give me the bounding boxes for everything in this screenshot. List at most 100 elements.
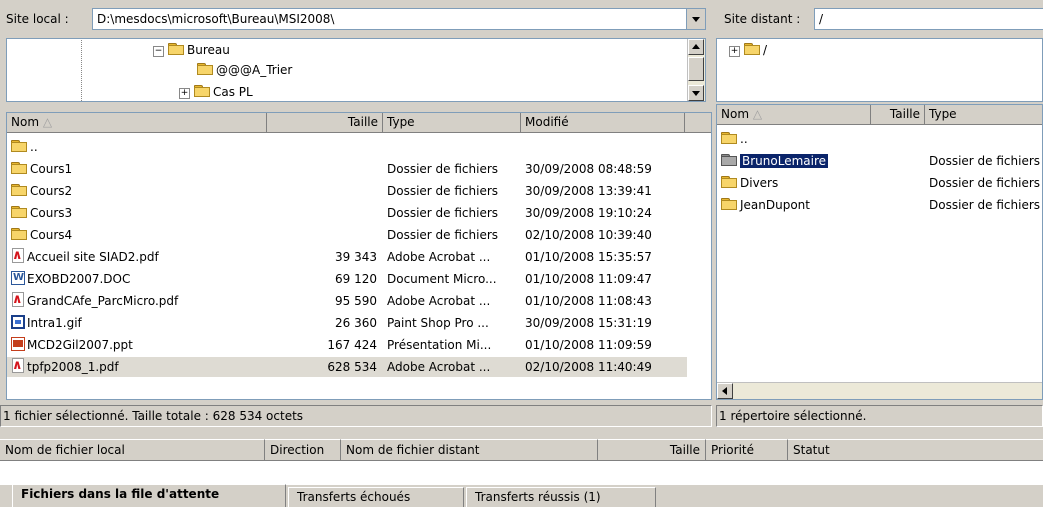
file-type: Document Micro... <box>387 272 497 286</box>
file-type: Dossier de fichiers <box>929 154 1041 168</box>
tree-node-a-trier[interactable]: @@@A_Trier <box>197 61 292 79</box>
folder-icon <box>721 176 737 188</box>
file-name: Divers <box>740 176 779 190</box>
queue-col-status[interactable]: Statut <box>788 439 1043 461</box>
file-name: JeanDupont <box>740 198 810 212</box>
file-type: Paint Shop Pro ... <box>387 316 489 330</box>
file-modified: 02/10/2008 10:39:40 <box>525 228 652 242</box>
column-header-modified[interactable]: Modifié <box>521 113 685 133</box>
tab-successful-transfers[interactable]: Transferts réussis (1) <box>466 487 656 507</box>
word-doc-icon <box>11 270 25 286</box>
tree-node-label: @@@A_Trier <box>216 63 293 77</box>
tree-node-cas-pl[interactable]: + Cas PL <box>179 83 253 101</box>
table-row[interactable]: EXOBD2007.DOC 69 120 Document Micro... 01/1… <box>7 269 687 289</box>
file-type: Dossier de fichiers <box>929 198 1041 212</box>
column-header-type[interactable]: Type <box>383 113 521 133</box>
pdf-icon <box>11 248 25 264</box>
table-row[interactable]: Accueil site SIAD2.pdf 39 343 Adobe Acroba… <box>7 247 687 267</box>
tree-node-label: Cas PL <box>213 85 253 99</box>
folder-icon <box>721 198 737 210</box>
table-row[interactable]: GrandCAfe_ParcMicro.pdf 95 590 Adobe Acrob… <box>7 291 687 311</box>
queue-col-priority[interactable]: Priorité <box>706 439 788 461</box>
local-path-value[interactable]: D:\mesdocs\microsoft\Bureau\MSI2008\ <box>97 12 334 26</box>
remote-file-list: Nom △ Taille Type .. BrunoLemaire Dossier … <box>716 104 1043 400</box>
file-type: Adobe Acrobat ... <box>387 294 491 308</box>
table-row[interactable]: BrunoLemaire Dossier de fichiers <box>717 151 1042 171</box>
file-size: 628 534 <box>327 360 377 374</box>
table-row[interactable]: Cours4 Dossier de fichiers 02/10/2008 10:3… <box>7 225 687 245</box>
file-name: tpfp2008_1.pdf <box>27 360 119 374</box>
file-type: Dossier de fichiers <box>387 184 499 198</box>
file-type: Dossier de fichiers <box>929 176 1041 190</box>
local-path-bar: Site local : D:\mesdocs\microsoft\Bureau… <box>0 0 712 38</box>
queue-col-direction[interactable]: Direction <box>265 439 341 461</box>
table-row[interactable]: Cours1 Dossier de fichiers 30/09/2008 08:4… <box>7 159 687 179</box>
folder-icon <box>721 132 737 144</box>
file-modified: 30/09/2008 08:48:59 <box>525 162 652 176</box>
file-type: Dossier de fichiers <box>387 162 499 176</box>
collapse-icon[interactable]: − <box>153 46 164 57</box>
expand-icon[interactable]: + <box>729 46 740 57</box>
folder-icon <box>194 85 210 97</box>
local-folder-tree: − Bureau @@@A_Trier + Cas PL <box>6 38 706 102</box>
remote-horizontal-scrollbar[interactable] <box>717 382 1042 399</box>
folder-icon <box>11 184 27 196</box>
table-row[interactable]: Cours2 Dossier de fichiers 30/09/2008 13:3… <box>7 181 687 201</box>
column-header-size[interactable]: Taille <box>871 105 925 125</box>
tree-node-root[interactable]: + / <box>729 41 767 59</box>
folder-icon <box>11 162 27 174</box>
remote-path-bar: Site distant : / <box>716 0 1043 38</box>
file-name: Cours3 <box>30 206 73 220</box>
column-header-name[interactable]: Nom △ <box>7 113 267 133</box>
file-size: 39 343 <box>335 250 377 264</box>
table-row[interactable]: Divers Dossier de fichiers <box>717 173 1042 193</box>
scroll-up-button[interactable] <box>688 39 704 55</box>
file-name: Cours1 <box>30 162 73 176</box>
folder-icon <box>11 228 27 240</box>
file-type: Adobe Acrobat ... <box>387 360 491 374</box>
file-size: 167 424 <box>327 338 377 352</box>
scroll-left-button[interactable] <box>717 383 733 399</box>
folder-icon <box>168 43 184 55</box>
file-name: .. <box>30 140 38 154</box>
remote-folder-tree: + / <box>716 38 1043 102</box>
table-row[interactable]: tpfp2008_1.pdf 628 534 Adobe Acrobat ... 02… <box>7 357 687 377</box>
file-modified: 30/09/2008 19:10:24 <box>525 206 652 220</box>
tree-node-bureau[interactable]: − Bureau <box>153 41 230 59</box>
queue-col-size[interactable]: Taille <box>598 439 706 461</box>
remote-path-value[interactable]: / <box>819 12 823 26</box>
file-name: MCD2Gil2007.ppt <box>27 338 133 352</box>
local-path-combo[interactable]: D:\mesdocs\microsoft\Bureau\MSI2008\ <box>92 8 706 30</box>
tab-failed-transfers[interactable]: Transferts échoués <box>288 487 464 507</box>
file-modified: 01/10/2008 15:35:57 <box>525 250 652 264</box>
remote-status-bar: 1 répertoire sélectionné. <box>716 405 1043 427</box>
file-name: Intra1.gif <box>27 316 82 330</box>
local-status-text: 1 fichier sélectionné. Taille totale : 6… <box>3 409 304 423</box>
column-header-size[interactable]: Taille <box>267 113 383 133</box>
queue-col-local-file[interactable]: Nom de fichier local <box>0 439 265 461</box>
scroll-down-button[interactable] <box>688 85 704 101</box>
file-name: .. <box>740 132 748 146</box>
column-header-type[interactable]: Type <box>925 105 1042 125</box>
local-tree-scrollbar[interactable] <box>687 39 705 101</box>
local-file-list: Nom △ Taille Type Modifié .. Cours1 Dossie… <box>6 112 712 400</box>
file-name: Cours4 <box>30 228 73 242</box>
pdf-icon <box>11 358 25 374</box>
folder-icon <box>744 43 760 55</box>
table-row[interactable]: Cours3 Dossier de fichiers 30/09/2008 19:1… <box>7 203 687 223</box>
expand-icon[interactable]: + <box>179 88 190 99</box>
file-modified: 30/09/2008 15:31:19 <box>525 316 652 330</box>
table-row[interactable]: .. <box>7 137 687 157</box>
table-row[interactable]: Intra1.gif 26 360 Paint Shop Pro ... 30/09/… <box>7 313 687 333</box>
table-row[interactable]: .. <box>717 129 1042 149</box>
tree-node-label: Bureau <box>187 43 230 57</box>
column-header-name[interactable]: Nom △ <box>717 105 871 125</box>
file-name: EXOBD2007.DOC <box>27 272 131 286</box>
local-path-dropdown-button[interactable] <box>686 9 705 29</box>
scroll-thumb[interactable] <box>688 57 704 81</box>
tab-queued-files[interactable]: Fichiers dans la file d'attente <box>12 484 286 507</box>
table-row[interactable]: JeanDupont Dossier de fichiers <box>717 195 1042 215</box>
remote-path-combo[interactable]: / <box>814 8 1043 30</box>
queue-col-remote-file[interactable]: Nom de fichier distant <box>341 439 598 461</box>
table-row[interactable]: MCD2Gil2007.ppt 167 424 Présentation Mi...… <box>7 335 687 355</box>
